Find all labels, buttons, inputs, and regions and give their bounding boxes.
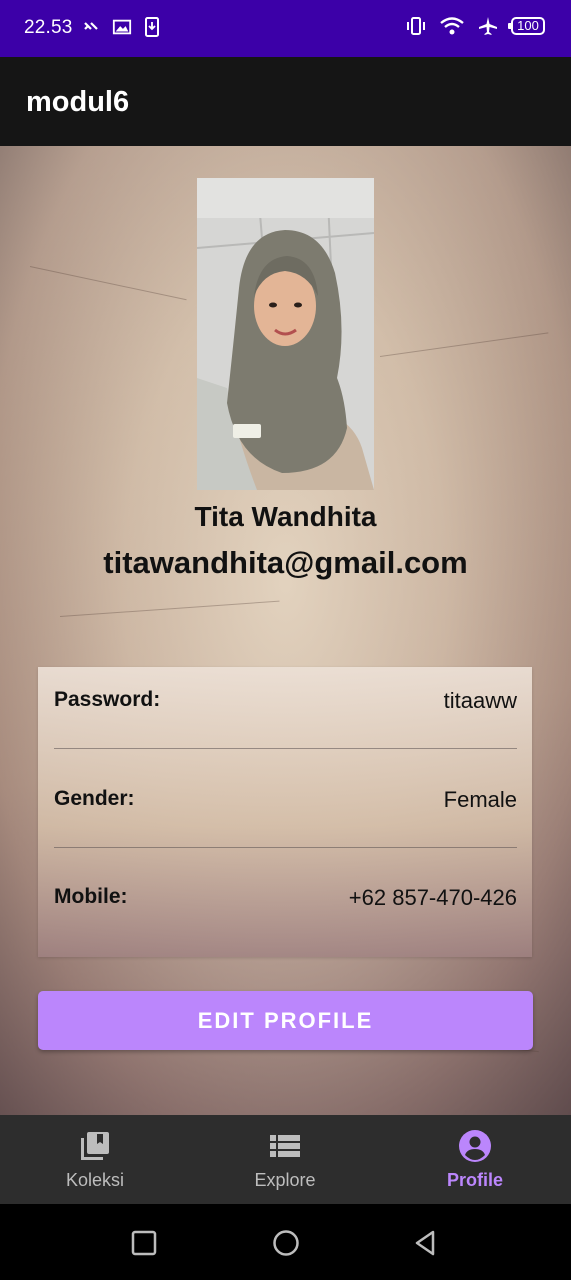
profile-photo-illustration — [197, 178, 374, 490]
divider — [54, 748, 517, 749]
nav-item-koleksi[interactable]: Koleksi — [0, 1115, 190, 1204]
profile-content: Tita Wandhita titawandhita@gmail.com Pas… — [0, 146, 571, 1115]
gender-label: Gender: — [54, 787, 135, 810]
download-icon — [145, 17, 159, 37]
detail-row-mobile: Mobile: +62 857-470-426 — [54, 885, 517, 925]
status-bar: 22.53 100 — [0, 0, 571, 57]
profile-email: titawandhita@gmail.com — [103, 545, 468, 580]
app-title: modul6 — [26, 86, 130, 118]
vibrate-icon — [407, 17, 425, 35]
mobile-label: Mobile: — [54, 885, 128, 908]
status-system-icons: 100 — [405, 15, 545, 37]
image-icon — [112, 19, 132, 35]
recent-apps-icon[interactable] — [129, 1228, 159, 1258]
list-icon — [270, 1135, 300, 1157]
nav-item-explore[interactable]: Explore — [190, 1115, 380, 1204]
app-bar: modul6 — [0, 57, 571, 146]
wifi-icon — [440, 17, 464, 35]
background-texture — [29, 266, 187, 301]
account-circle-icon — [459, 1130, 491, 1162]
profile-photo — [197, 178, 374, 490]
bottom-navigation: Koleksi Explore Profile — [0, 1115, 571, 1204]
mobile-value: +62 857-470-426 — [348, 885, 517, 910]
nav-label-profile: Profile — [446, 1170, 503, 1190]
back-icon[interactable] — [411, 1228, 441, 1258]
profile-name: Tita Wandhita — [194, 501, 377, 532]
link-icon — [84, 22, 98, 30]
collection-icon — [81, 1132, 109, 1160]
gender-value: Female — [443, 787, 517, 812]
background-texture — [59, 600, 280, 617]
edit-profile-button[interactable]: EDIT PROFILE — [38, 991, 533, 1050]
nav-label-explore: Explore — [254, 1170, 316, 1190]
detail-row-password: Password: titaaww — [54, 688, 517, 728]
battery-icon: 100 — [508, 17, 545, 35]
status-notification-icons — [82, 16, 162, 38]
divider — [54, 847, 517, 848]
nav-item-profile[interactable]: Profile — [380, 1115, 570, 1204]
nav-label-koleksi: Koleksi — [65, 1170, 125, 1190]
password-label: Password: — [54, 688, 161, 711]
system-navigation-bar — [0, 1204, 571, 1280]
status-time: 22.53 — [24, 17, 73, 38]
background-texture — [379, 332, 549, 357]
password-value: titaaww — [443, 688, 517, 713]
airplane-icon — [479, 17, 497, 35]
profile-details-card: Password: titaaww Gender: Female Mobile:… — [38, 667, 532, 957]
detail-row-gender: Gender: Female — [54, 787, 517, 827]
home-icon[interactable] — [271, 1228, 301, 1258]
